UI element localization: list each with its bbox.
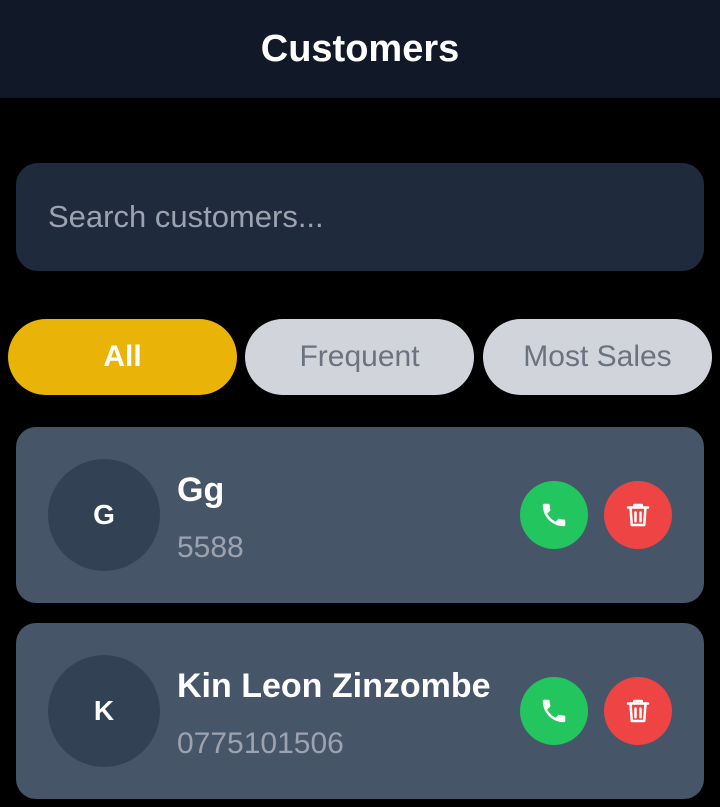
call-button[interactable] xyxy=(520,481,588,549)
app-header: Customers xyxy=(0,0,720,98)
customer-phone: 0775101506 xyxy=(177,727,344,760)
delete-button[interactable] xyxy=(604,677,672,745)
filter-frequent-button[interactable]: Frequent xyxy=(245,319,474,395)
customer-name: Gg xyxy=(177,471,225,509)
customer-phone: 5588 xyxy=(177,531,244,564)
call-button[interactable] xyxy=(520,677,588,745)
trash-icon xyxy=(623,500,653,530)
trash-icon xyxy=(623,696,653,726)
search-input[interactable] xyxy=(48,199,704,235)
filter-all-button[interactable]: All xyxy=(8,319,237,395)
customer-name: Kin Leon Zinzombe xyxy=(177,667,491,705)
avatar: G xyxy=(48,459,160,571)
phone-icon xyxy=(539,696,569,726)
customer-card[interactable]: K Kin Leon Zinzombe 0775101506 xyxy=(16,623,704,799)
filter-most-sales-button[interactable]: Most Sales xyxy=(483,319,712,395)
page-title: Customers xyxy=(260,27,460,70)
delete-button[interactable] xyxy=(604,481,672,549)
phone-icon xyxy=(539,500,569,530)
customer-card[interactable]: G Gg 5588 xyxy=(16,427,704,603)
avatar: K xyxy=(48,655,160,767)
search-bar[interactable] xyxy=(16,163,704,271)
